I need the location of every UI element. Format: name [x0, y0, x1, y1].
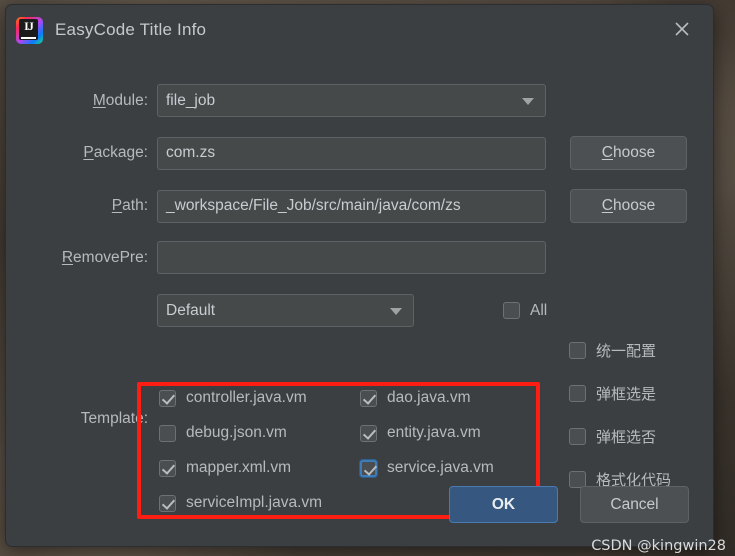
group-value: Default: [166, 301, 216, 319]
checkbox-box: [569, 385, 586, 402]
template-checkbox-label: dao.java.vm: [387, 389, 471, 406]
package-row: Package: com.zs Choose: [6, 136, 696, 170]
removepre-label: RemovePre:: [61, 248, 148, 266]
chevron-down-icon: [522, 97, 534, 105]
easycode-title-info-dialog: IJ EasyCode Title Info Module: file_job …: [5, 4, 714, 547]
template-checkbox-label: mapper.xml.vm: [186, 459, 292, 476]
option-checkbox-unified-config[interactable]: 统一配置: [569, 340, 656, 361]
module-value: file_job: [166, 91, 216, 109]
option-checkbox-label: 弹框选否: [596, 428, 657, 446]
module-row: Module: file_job: [6, 84, 546, 117]
ok-button[interactable]: OK: [449, 486, 558, 523]
module-label: Module:: [92, 91, 148, 109]
template-checkbox-label: serviceImpl.java.vm: [186, 494, 323, 511]
package-choose-button[interactable]: Choose: [570, 136, 687, 170]
option-checkbox-label: 统一配置: [596, 342, 657, 360]
template-checkbox-label: entity.java.vm: [387, 424, 481, 441]
checkbox-box: [360, 459, 377, 477]
template-checkbox-debug[interactable]: debug.json.vm: [159, 424, 360, 442]
option-checkbox-dialog-yes[interactable]: 弹框选是: [569, 383, 656, 404]
checkbox-box: [159, 389, 176, 407]
option-checkbox-dialog-no[interactable]: 弹框选否: [569, 426, 656, 447]
option-checkbox-label: 弹框选是: [596, 385, 657, 403]
dialog-form: Module: file_job Package: com.zs Choose …: [6, 55, 713, 546]
all-checkbox-label: All: [530, 301, 548, 319]
path-row: Path: _workspace/File_Job/src/main/java/…: [6, 189, 696, 223]
template-checkbox-service[interactable]: service.java.vm: [360, 459, 494, 477]
group-row: Default All: [157, 294, 547, 327]
all-checkbox[interactable]: All: [503, 302, 547, 320]
path-label: Path:: [111, 197, 148, 214]
template-checkbox-label: controller.java.vm: [186, 389, 307, 406]
checkbox-box: [569, 342, 586, 359]
package-value: com.zs: [166, 144, 216, 161]
template-label: Template:: [80, 410, 148, 427]
removepre-input[interactable]: [157, 241, 546, 274]
module-combobox[interactable]: file_job: [157, 84, 546, 117]
checkbox-box: [159, 424, 176, 442]
dialog-footer: OK Cancel: [449, 486, 689, 523]
template-checkbox-label: service.java.vm: [387, 459, 494, 476]
chevron-down-icon: [390, 307, 402, 315]
checkbox-box: [360, 389, 377, 407]
checkbox-box: [360, 424, 377, 442]
options-checkbox-column: 统一配置 弹框选是 弹框选否 格式化代码: [569, 340, 713, 493]
checkbox-box: [503, 302, 520, 319]
template-label-row: Template:: [6, 410, 148, 428]
cancel-button[interactable]: Cancel: [580, 486, 689, 523]
template-checkbox-dao[interactable]: dao.java.vm: [360, 389, 471, 407]
package-label: Package:: [83, 144, 148, 161]
dialog-titlebar: IJ EasyCode Title Info: [6, 5, 713, 55]
template-checkbox-controller[interactable]: controller.java.vm: [159, 389, 360, 407]
group-combobox[interactable]: Default: [157, 294, 414, 327]
checkbox-box: [159, 459, 176, 477]
close-icon[interactable]: [667, 14, 697, 44]
path-choose-button[interactable]: Choose: [570, 189, 687, 223]
path-value: _workspace/File_Job/src/main/java/com/zs: [166, 197, 461, 214]
template-checkbox-label: debug.json.vm: [186, 424, 287, 441]
intellij-idea-icon: IJ: [16, 16, 43, 44]
path-input[interactable]: _workspace/File_Job/src/main/java/com/zs: [157, 189, 546, 223]
watermark: CSDN @kingwin28: [591, 538, 726, 554]
removepre-row: RemovePre:: [6, 241, 546, 274]
template-checkbox-serviceimpl[interactable]: serviceImpl.java.vm: [159, 494, 360, 512]
checkbox-box: [569, 428, 586, 445]
template-checkbox-entity[interactable]: entity.java.vm: [360, 424, 481, 442]
checkbox-box: [159, 494, 176, 512]
dialog-title: EasyCode Title Info: [55, 20, 207, 39]
package-input[interactable]: com.zs: [157, 136, 546, 170]
template-checkbox-mapper[interactable]: mapper.xml.vm: [159, 459, 360, 477]
